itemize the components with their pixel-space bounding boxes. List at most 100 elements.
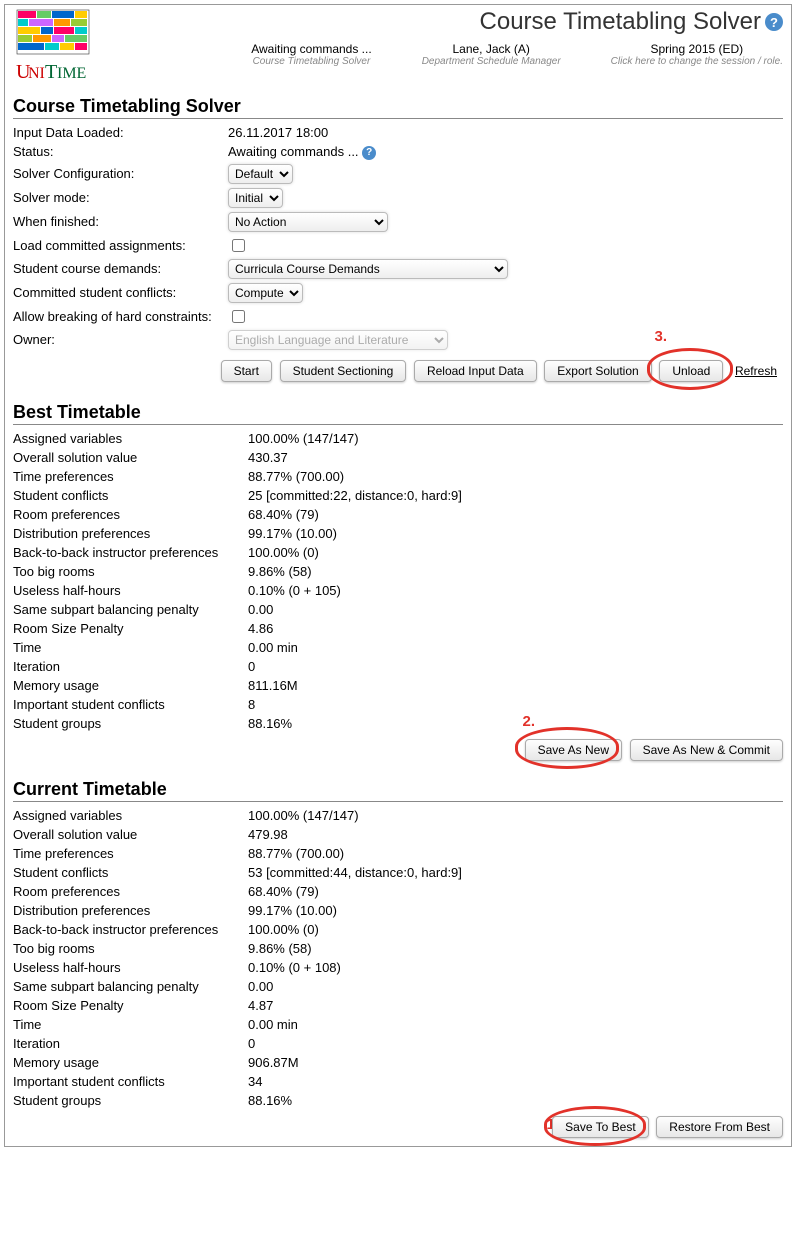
stat-value: 68.40% (79) bbox=[248, 505, 468, 524]
export-solution-button[interactable]: Export Solution bbox=[544, 360, 651, 382]
stat-value: 906.87M bbox=[248, 1053, 468, 1072]
stat-value: 0.00 bbox=[248, 977, 468, 996]
stat-value: 0 bbox=[248, 657, 468, 676]
load-committed-label: Load committed assignments: bbox=[13, 234, 228, 257]
stat-label: Student conflicts bbox=[13, 863, 248, 882]
best-section-heading: Best Timetable bbox=[13, 402, 783, 425]
solver-form: Input Data Loaded: 26.11.2017 18:00 Stat… bbox=[13, 123, 783, 386]
refresh-link[interactable]: Refresh bbox=[735, 364, 777, 378]
config-select[interactable]: Default bbox=[228, 164, 293, 184]
solver-section-heading: Course Timetabling Solver bbox=[13, 96, 783, 119]
help-icon[interactable]: ? bbox=[765, 13, 783, 31]
stat-label: Student groups bbox=[13, 714, 248, 733]
when-finished-select[interactable]: No Action bbox=[228, 212, 388, 232]
stat-value: 430.37 bbox=[248, 448, 468, 467]
unitime-logo: U NI T IME bbox=[13, 8, 93, 88]
input-loaded-label: Input Data Loaded: bbox=[13, 123, 228, 142]
stat-label: Time preferences bbox=[13, 844, 248, 863]
status-help-icon[interactable]: ? bbox=[362, 146, 376, 160]
stat-value: 88.77% (700.00) bbox=[248, 467, 468, 486]
load-committed-checkbox[interactable] bbox=[232, 239, 245, 252]
restore-from-best-button[interactable]: Restore From Best bbox=[656, 1116, 783, 1138]
stat-label: Room Size Penalty bbox=[13, 619, 248, 638]
allow-break-checkbox[interactable] bbox=[232, 310, 245, 323]
student-sectioning-button[interactable]: Student Sectioning bbox=[280, 360, 407, 382]
stat-label: Time preferences bbox=[13, 467, 248, 486]
save-as-new-button[interactable]: Save As New bbox=[525, 739, 622, 761]
stat-value: 0.10% (0 + 105) bbox=[248, 581, 468, 600]
stat-value: 4.87 bbox=[248, 996, 468, 1015]
stat-value: 0.00 bbox=[248, 600, 468, 619]
stat-label: Assigned variables bbox=[13, 806, 248, 825]
stat-value: 88.16% bbox=[248, 714, 468, 733]
current-stats-table: Assigned variables100.00% (147/147)Overa… bbox=[13, 806, 468, 1110]
conflicts-select[interactable]: Compute bbox=[228, 283, 303, 303]
stat-value: 68.40% (79) bbox=[248, 882, 468, 901]
start-button[interactable]: Start bbox=[221, 360, 272, 382]
current-section-heading: Current Timetable bbox=[13, 779, 783, 802]
input-loaded-value: 26.11.2017 18:00 bbox=[228, 123, 783, 142]
stat-value: 88.16% bbox=[248, 1091, 468, 1110]
stat-label: Room preferences bbox=[13, 882, 248, 901]
stat-value: 100.00% (147/147) bbox=[248, 806, 468, 825]
stat-value: 8 bbox=[248, 695, 468, 714]
stat-label: Room preferences bbox=[13, 505, 248, 524]
stat-label: Too big rooms bbox=[13, 562, 248, 581]
owner-select: English Language and Literature bbox=[228, 330, 448, 350]
svg-text:NI: NI bbox=[28, 65, 45, 82]
stat-label: Iteration bbox=[13, 657, 248, 676]
stat-label: Back-to-back instructor preferences bbox=[13, 920, 248, 939]
stat-label: Distribution preferences bbox=[13, 524, 248, 543]
stat-label: Memory usage bbox=[13, 676, 248, 695]
stat-value: 4.86 bbox=[248, 619, 468, 638]
stat-value: 9.86% (58) bbox=[248, 562, 468, 581]
stat-value: 99.17% (10.00) bbox=[248, 901, 468, 920]
svg-text:T: T bbox=[45, 61, 57, 83]
stat-value: 88.77% (700.00) bbox=[248, 844, 468, 863]
reload-input-button[interactable]: Reload Input Data bbox=[414, 360, 537, 382]
config-label: Solver Configuration: bbox=[13, 162, 228, 186]
demands-select[interactable]: Curricula Course Demands bbox=[228, 259, 508, 279]
stat-label: Same subpart balancing penalty bbox=[13, 600, 248, 619]
stat-label: Important student conflicts bbox=[13, 1072, 248, 1091]
owner-label: Owner: bbox=[13, 328, 228, 352]
save-as-new-commit-button[interactable]: Save As New & Commit bbox=[630, 739, 783, 761]
session-status: Awaiting commands ... bbox=[251, 42, 372, 56]
stat-label: Room Size Penalty bbox=[13, 996, 248, 1015]
stat-value: 0 bbox=[248, 1034, 468, 1053]
stat-value: 0.10% (0 + 108) bbox=[248, 958, 468, 977]
stat-value: 9.86% (58) bbox=[248, 939, 468, 958]
when-finished-label: When finished: bbox=[13, 210, 228, 234]
stat-value: 53 [committed:44, distance:0, hard:9] bbox=[248, 863, 468, 882]
stat-label: Overall solution value bbox=[13, 448, 248, 467]
svg-text:IME: IME bbox=[57, 65, 86, 82]
status-label: Status: bbox=[13, 142, 228, 162]
session-user: Lane, Jack (A) bbox=[422, 42, 561, 56]
annotation-2: 2. bbox=[522, 713, 535, 730]
session-term[interactable]: Spring 2015 (ED) bbox=[611, 42, 783, 56]
demands-label: Student course demands: bbox=[13, 257, 228, 281]
stat-label: Back-to-back instructor preferences bbox=[13, 543, 248, 562]
stat-label: Overall solution value bbox=[13, 825, 248, 844]
stat-label: Useless half-hours bbox=[13, 581, 248, 600]
mode-select[interactable]: Initial bbox=[228, 188, 283, 208]
annotation-3: 3. bbox=[654, 328, 667, 345]
stat-value: 0.00 min bbox=[248, 638, 468, 657]
save-to-best-button[interactable]: Save To Best bbox=[552, 1116, 649, 1138]
session-user-sub: Department Schedule Manager bbox=[422, 56, 561, 67]
stat-value: 0.00 min bbox=[248, 1015, 468, 1034]
stat-label: Student conflicts bbox=[13, 486, 248, 505]
stat-label: Assigned variables bbox=[13, 429, 248, 448]
page-title: Course Timetabling Solver bbox=[480, 8, 761, 36]
stat-label: Student groups bbox=[13, 1091, 248, 1110]
stat-label: Important student conflicts bbox=[13, 695, 248, 714]
status-value: Awaiting commands ... bbox=[228, 144, 359, 159]
best-stats-table: Assigned variables100.00% (147/147)Overa… bbox=[13, 429, 468, 733]
session-term-sub[interactable]: Click here to change the session / role. bbox=[611, 56, 783, 67]
stat-label: Memory usage bbox=[13, 1053, 248, 1072]
unload-button[interactable]: Unload bbox=[659, 360, 723, 382]
stat-value: 811.16M bbox=[248, 676, 468, 695]
stat-value: 100.00% (147/147) bbox=[248, 429, 468, 448]
stat-label: Too big rooms bbox=[13, 939, 248, 958]
stat-label: Distribution preferences bbox=[13, 901, 248, 920]
